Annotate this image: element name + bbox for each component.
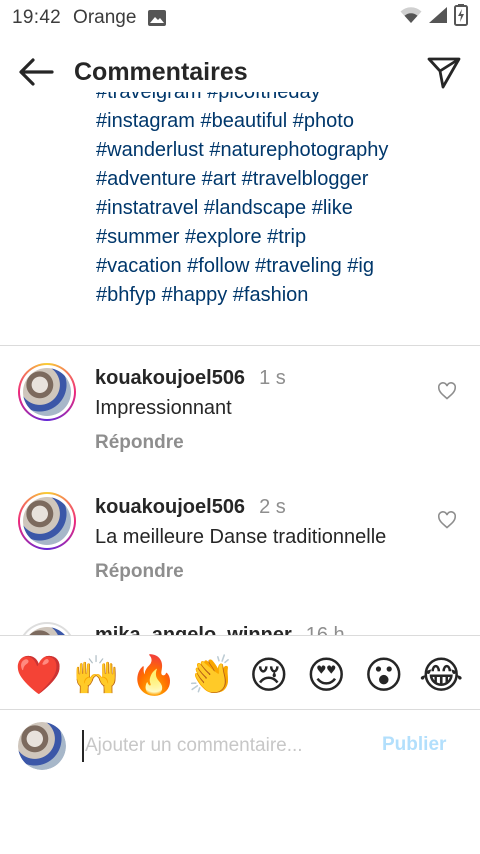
comment-text: La meilleure Danse traditionnelle: [95, 526, 387, 548]
comment-username[interactable]: kouakoujoel506 2 s: [95, 496, 286, 519]
comment-username[interactable]: kouakoujoel506 1 s: [95, 367, 286, 390]
page-title: Commentaires: [74, 57, 248, 86]
emoji-surprised-button[interactable]: 😮: [357, 648, 411, 702]
caption-line[interactable]: #summer #explore #trip: [96, 223, 466, 252]
comment-item: mika_angelo_winner 16 h: [0, 622, 480, 636]
arrow-left-icon: [19, 58, 54, 86]
status-bar: 19:42 Orange: [0, 0, 480, 36]
avatar[interactable]: [18, 622, 76, 636]
heart-outline-icon: [437, 511, 457, 529]
heart-outline-icon: [437, 382, 457, 400]
comment-input[interactable]: [82, 730, 362, 762]
divider: [0, 709, 480, 710]
comment-composer: Publier: [0, 716, 480, 776]
comments-list[interactable]: #travelgram #picoftheday #instagram #bea…: [0, 92, 480, 636]
gallery-icon: [148, 10, 167, 26]
emoji-clap-button[interactable]: 👏: [184, 648, 238, 702]
emoji-laughing-button[interactable]: 😂: [414, 648, 468, 702]
reply-button[interactable]: Répondre: [95, 561, 184, 583]
paper-plane-icon: [427, 57, 461, 89]
post-caption: #travelgram #picoftheday #instagram #bea…: [96, 92, 466, 310]
divider: [0, 635, 480, 636]
reply-button[interactable]: Répondre: [95, 432, 184, 454]
caption-line[interactable]: #instatravel #landscape #like: [96, 194, 466, 223]
divider: [0, 345, 480, 346]
signal-icon: [428, 6, 448, 30]
caption-line[interactable]: #wanderlust #naturephotography: [96, 136, 466, 165]
status-time: 19:42: [12, 7, 62, 28]
comment-item: kouakoujoel506 2 s La meilleure Danse tra…: [0, 492, 480, 602]
battery-charging-icon: [454, 4, 468, 32]
avatar: [18, 722, 66, 770]
comment-item: kouakoujoel506 1 s Impressionnant Répondr…: [0, 363, 480, 473]
post-button[interactable]: Publier: [382, 734, 446, 756]
caption-line[interactable]: #adventure #art #travelblogger: [96, 165, 466, 194]
avatar[interactable]: [18, 492, 76, 550]
comment-text: Impressionnant: [95, 397, 232, 419]
caption-line[interactable]: #instagram #beautiful #photo: [96, 107, 466, 136]
caption-line[interactable]: #bhfyp #happy #fashion: [96, 281, 466, 310]
emoji-fire-button[interactable]: 🔥: [127, 648, 181, 702]
caption-line[interactable]: #vacation #follow #traveling #ig: [96, 252, 466, 281]
like-button[interactable]: [437, 510, 457, 530]
emoji-heart-button[interactable]: ❤️: [12, 648, 66, 702]
send-button[interactable]: [426, 54, 462, 90]
comment-time: 1 s: [259, 367, 286, 389]
emoji-crying-button[interactable]: 😢: [242, 648, 296, 702]
wifi-icon: [400, 6, 422, 30]
avatar[interactable]: [18, 363, 76, 421]
caption-line[interactable]: #travelgram #picoftheday: [96, 92, 466, 107]
emoji-raised-hands-button[interactable]: 🙌: [69, 648, 123, 702]
status-carrier: Orange: [73, 7, 137, 28]
comment-time: 2 s: [259, 496, 286, 518]
like-button[interactable]: [437, 381, 457, 401]
status-icons: [400, 4, 468, 32]
emoji-heart-eyes-button[interactable]: 😍: [299, 648, 353, 702]
emoji-bar: ❤️ 🙌 🔥 👏 😢 😍 😮 😂: [0, 648, 480, 702]
